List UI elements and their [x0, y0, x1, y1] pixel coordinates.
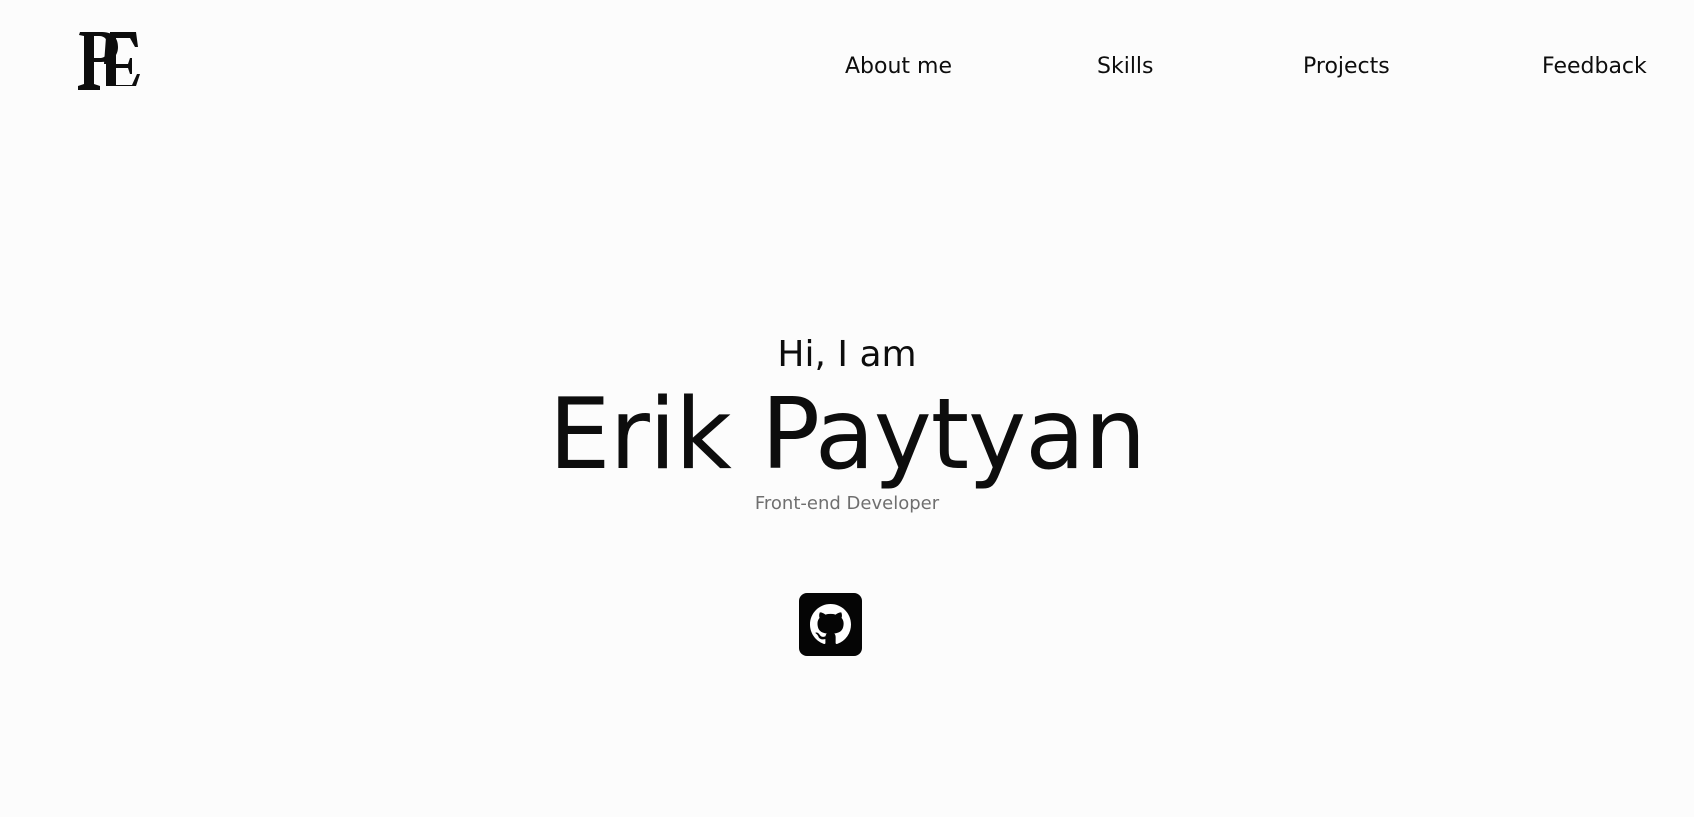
nav-link-about-me[interactable]: About me — [845, 50, 952, 84]
hero-name: Erik Paytyan — [548, 378, 1147, 492]
hero-section: Hi, I am Erik Paytyan Front-end Develope… — [0, 330, 1694, 518]
nav-link-projects[interactable]: Projects — [1303, 50, 1390, 84]
nav-link-skills[interactable]: Skills — [1097, 50, 1154, 84]
site-header: About me Skills Projects Feedback — [0, 0, 1694, 130]
page: About me Skills Projects Feedback Hi, I … — [0, 0, 1694, 817]
hero-greeting: Hi, I am — [777, 334, 917, 375]
main-nav: About me Skills Projects Feedback — [0, 50, 1694, 84]
hero-role: Front-end Developer — [754, 493, 940, 514]
github-link-button[interactable] — [799, 593, 862, 656]
github-icon — [810, 604, 851, 644]
nav-link-feedback[interactable]: Feedback — [1542, 50, 1647, 84]
